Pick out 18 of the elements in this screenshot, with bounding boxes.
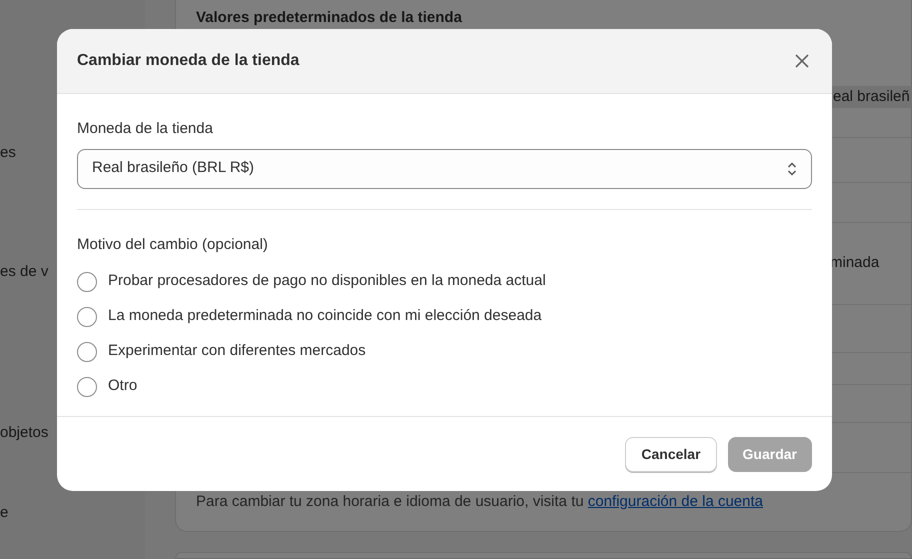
card-title: Valores predeterminados de la tienda <box>195 8 463 28</box>
setting-value: minada <box>830 253 880 274</box>
sidebar-item[interactable]: e <box>0 502 8 524</box>
currency-select[interactable]: Real brasileño (BRL R$) <box>77 148 812 188</box>
cancel-button[interactable]: Cancelar <box>625 436 717 472</box>
close-icon <box>795 54 809 68</box>
setting-value: eal brasileñ <box>830 86 912 108</box>
modal-title: Cambiar moneda de la tienda <box>77 51 300 71</box>
chevron-up-down-icon <box>787 160 797 176</box>
sidebar-item[interactable]: es <box>0 142 16 164</box>
sidebar-item[interactable]: es de v <box>0 261 48 284</box>
section-label: Motivo del cambio (opcional) <box>77 234 269 254</box>
field-label: Moneda de la tienda <box>77 119 214 139</box>
radio-option[interactable]: Probar procesadores de pago no disponibles en la moneda actual <box>77 264 812 299</box>
radio-option[interactable]: Otro <box>77 369 812 404</box>
radio-option[interactable]: La moneda predeterminada no coincide con mi elección deseada <box>77 299 812 334</box>
radio-option[interactable]: Experimentar con diferentes mercados <box>77 334 812 369</box>
sidebar-item[interactable]: objetos <box>0 422 48 444</box>
